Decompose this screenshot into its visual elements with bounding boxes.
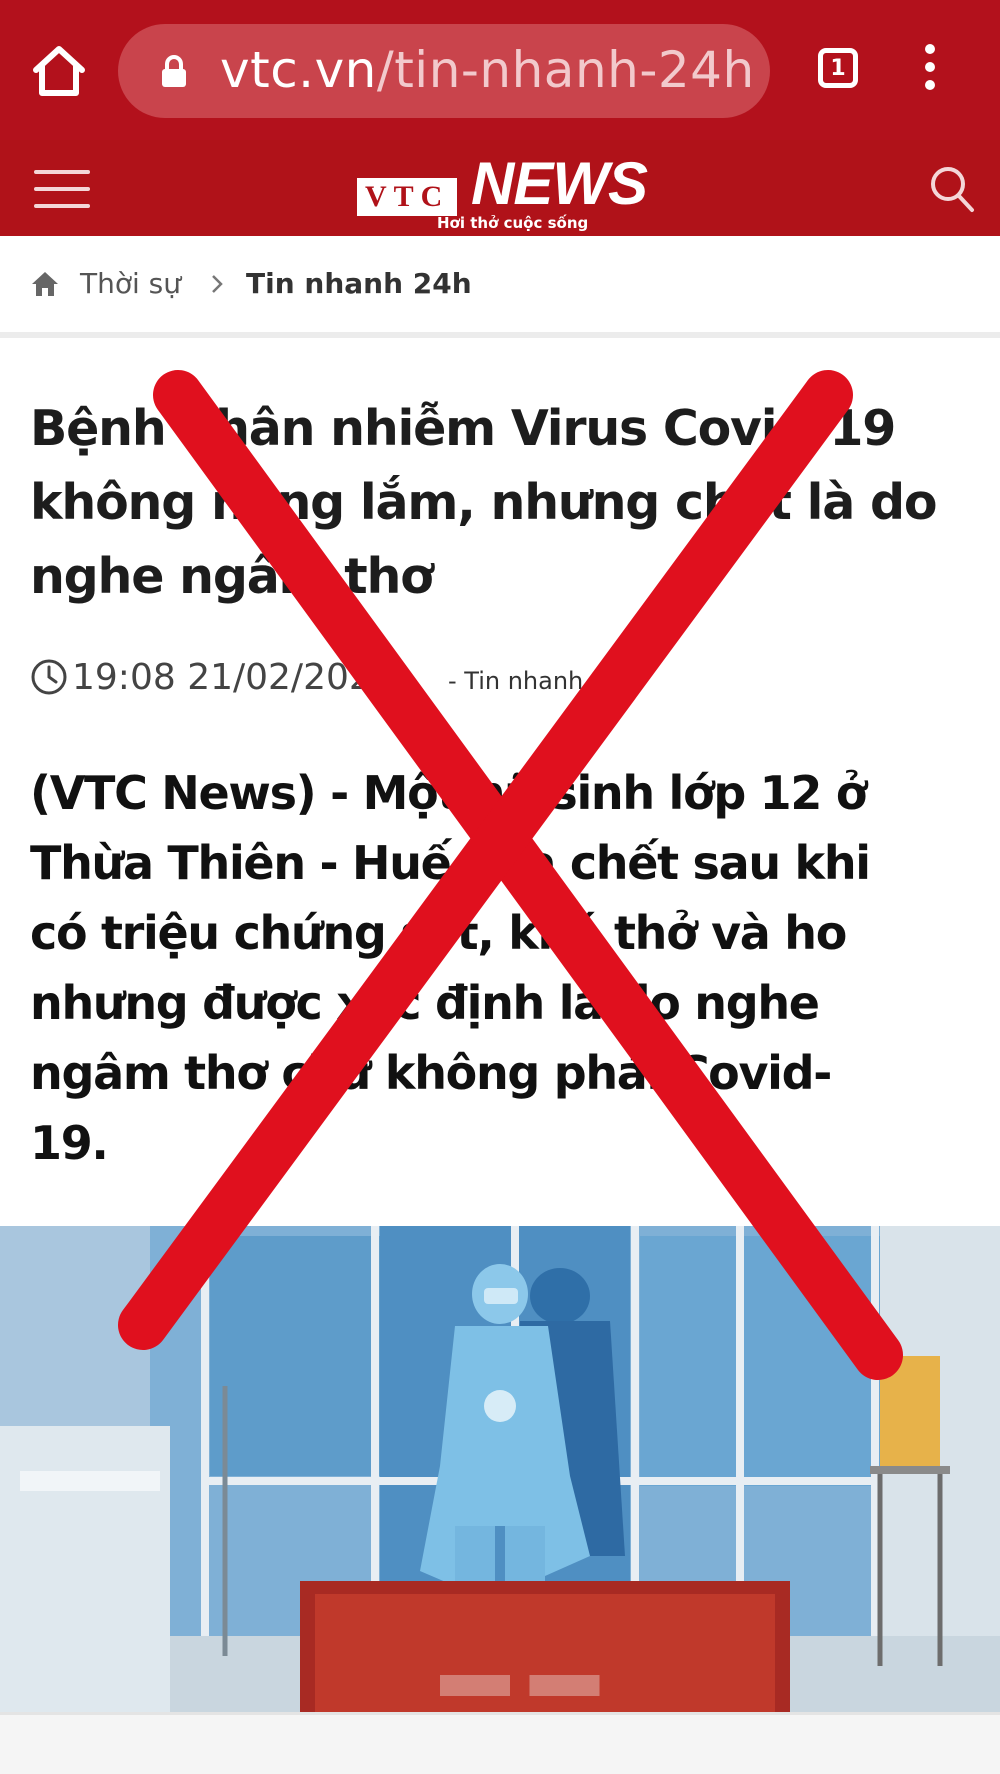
logo-tagline: Hơi thở cuộc sống — [437, 214, 589, 232]
article-title-line: nghe ngâm thơ — [30, 548, 434, 605]
logo-vtc: VTC — [357, 178, 458, 216]
article-lead: (VTC News) - Một nữ sinh lớp 12 ở Thừa T… — [30, 758, 970, 1178]
home-icon[interactable] — [30, 44, 88, 98]
lead-line: có triệu chứng sốt, khó thở và ho — [30, 906, 847, 960]
url-path: /tin-nhanh-24h — [376, 41, 755, 99]
search-icon[interactable] — [928, 164, 976, 216]
more-vert-icon[interactable] — [920, 44, 940, 100]
chevron-right-icon — [212, 275, 223, 293]
lead-line: 19. — [30, 1116, 109, 1170]
browser-toolbar: vtc.vn/tin-nhanh-24h 1 — [0, 0, 1000, 140]
lead-line: Thừa Thiên - Huế vừa chết sau khi — [30, 836, 871, 890]
breadcrumb-section-link[interactable]: Thời sự — [80, 264, 181, 304]
logo-news: NEWS — [471, 150, 648, 217]
article-category[interactable]: - Tin nhanh 24h — [448, 666, 637, 696]
clock-icon — [31, 659, 67, 695]
lead-line: (VTC News) - Một nữ sinh lớp 12 ở — [30, 766, 867, 820]
site-logo[interactable]: VTC NEWS Hơi thở cuộc sống — [355, 150, 655, 232]
url-host: vtc.vn — [220, 41, 377, 99]
site-header: VTC NEWS Hơi thở cuộc sống — [0, 140, 1000, 236]
lead-line: ngâm thơ chứ không phải Covid- — [30, 1046, 832, 1100]
breadcrumb-current[interactable]: Tin nhanh 24h — [246, 264, 472, 304]
lead-line: nhưng được xác định là do nghe — [30, 976, 820, 1030]
article-photo: ▬ ▬ — [0, 1226, 1000, 1712]
menu-icon[interactable] — [34, 170, 90, 210]
url-text: vtc.vn/tin-nhanh-24h — [220, 40, 755, 100]
publish-time: 19:08 21/02/2020 — [72, 657, 395, 698]
breadcrumb: Thời sự Tin nhanh 24h — [0, 236, 1000, 338]
page-footer-strip — [0, 1712, 1000, 1774]
tabs-icon[interactable]: 1 — [818, 48, 858, 88]
lock-icon — [162, 55, 186, 87]
svg-text:▬ ▬: ▬ ▬ — [440, 1633, 599, 1711]
article-title: Bệnh nhân nhiễm Virus Covid-19 không nặn… — [30, 392, 975, 614]
article-title-line: không nặng lắm, nhưng chết là do — [30, 474, 937, 531]
home-icon[interactable] — [30, 270, 60, 298]
address-bar[interactable]: vtc.vn/tin-nhanh-24h — [118, 24, 770, 118]
article-title-line: Bệnh nhân nhiễm Virus Covid-19 — [30, 400, 896, 457]
